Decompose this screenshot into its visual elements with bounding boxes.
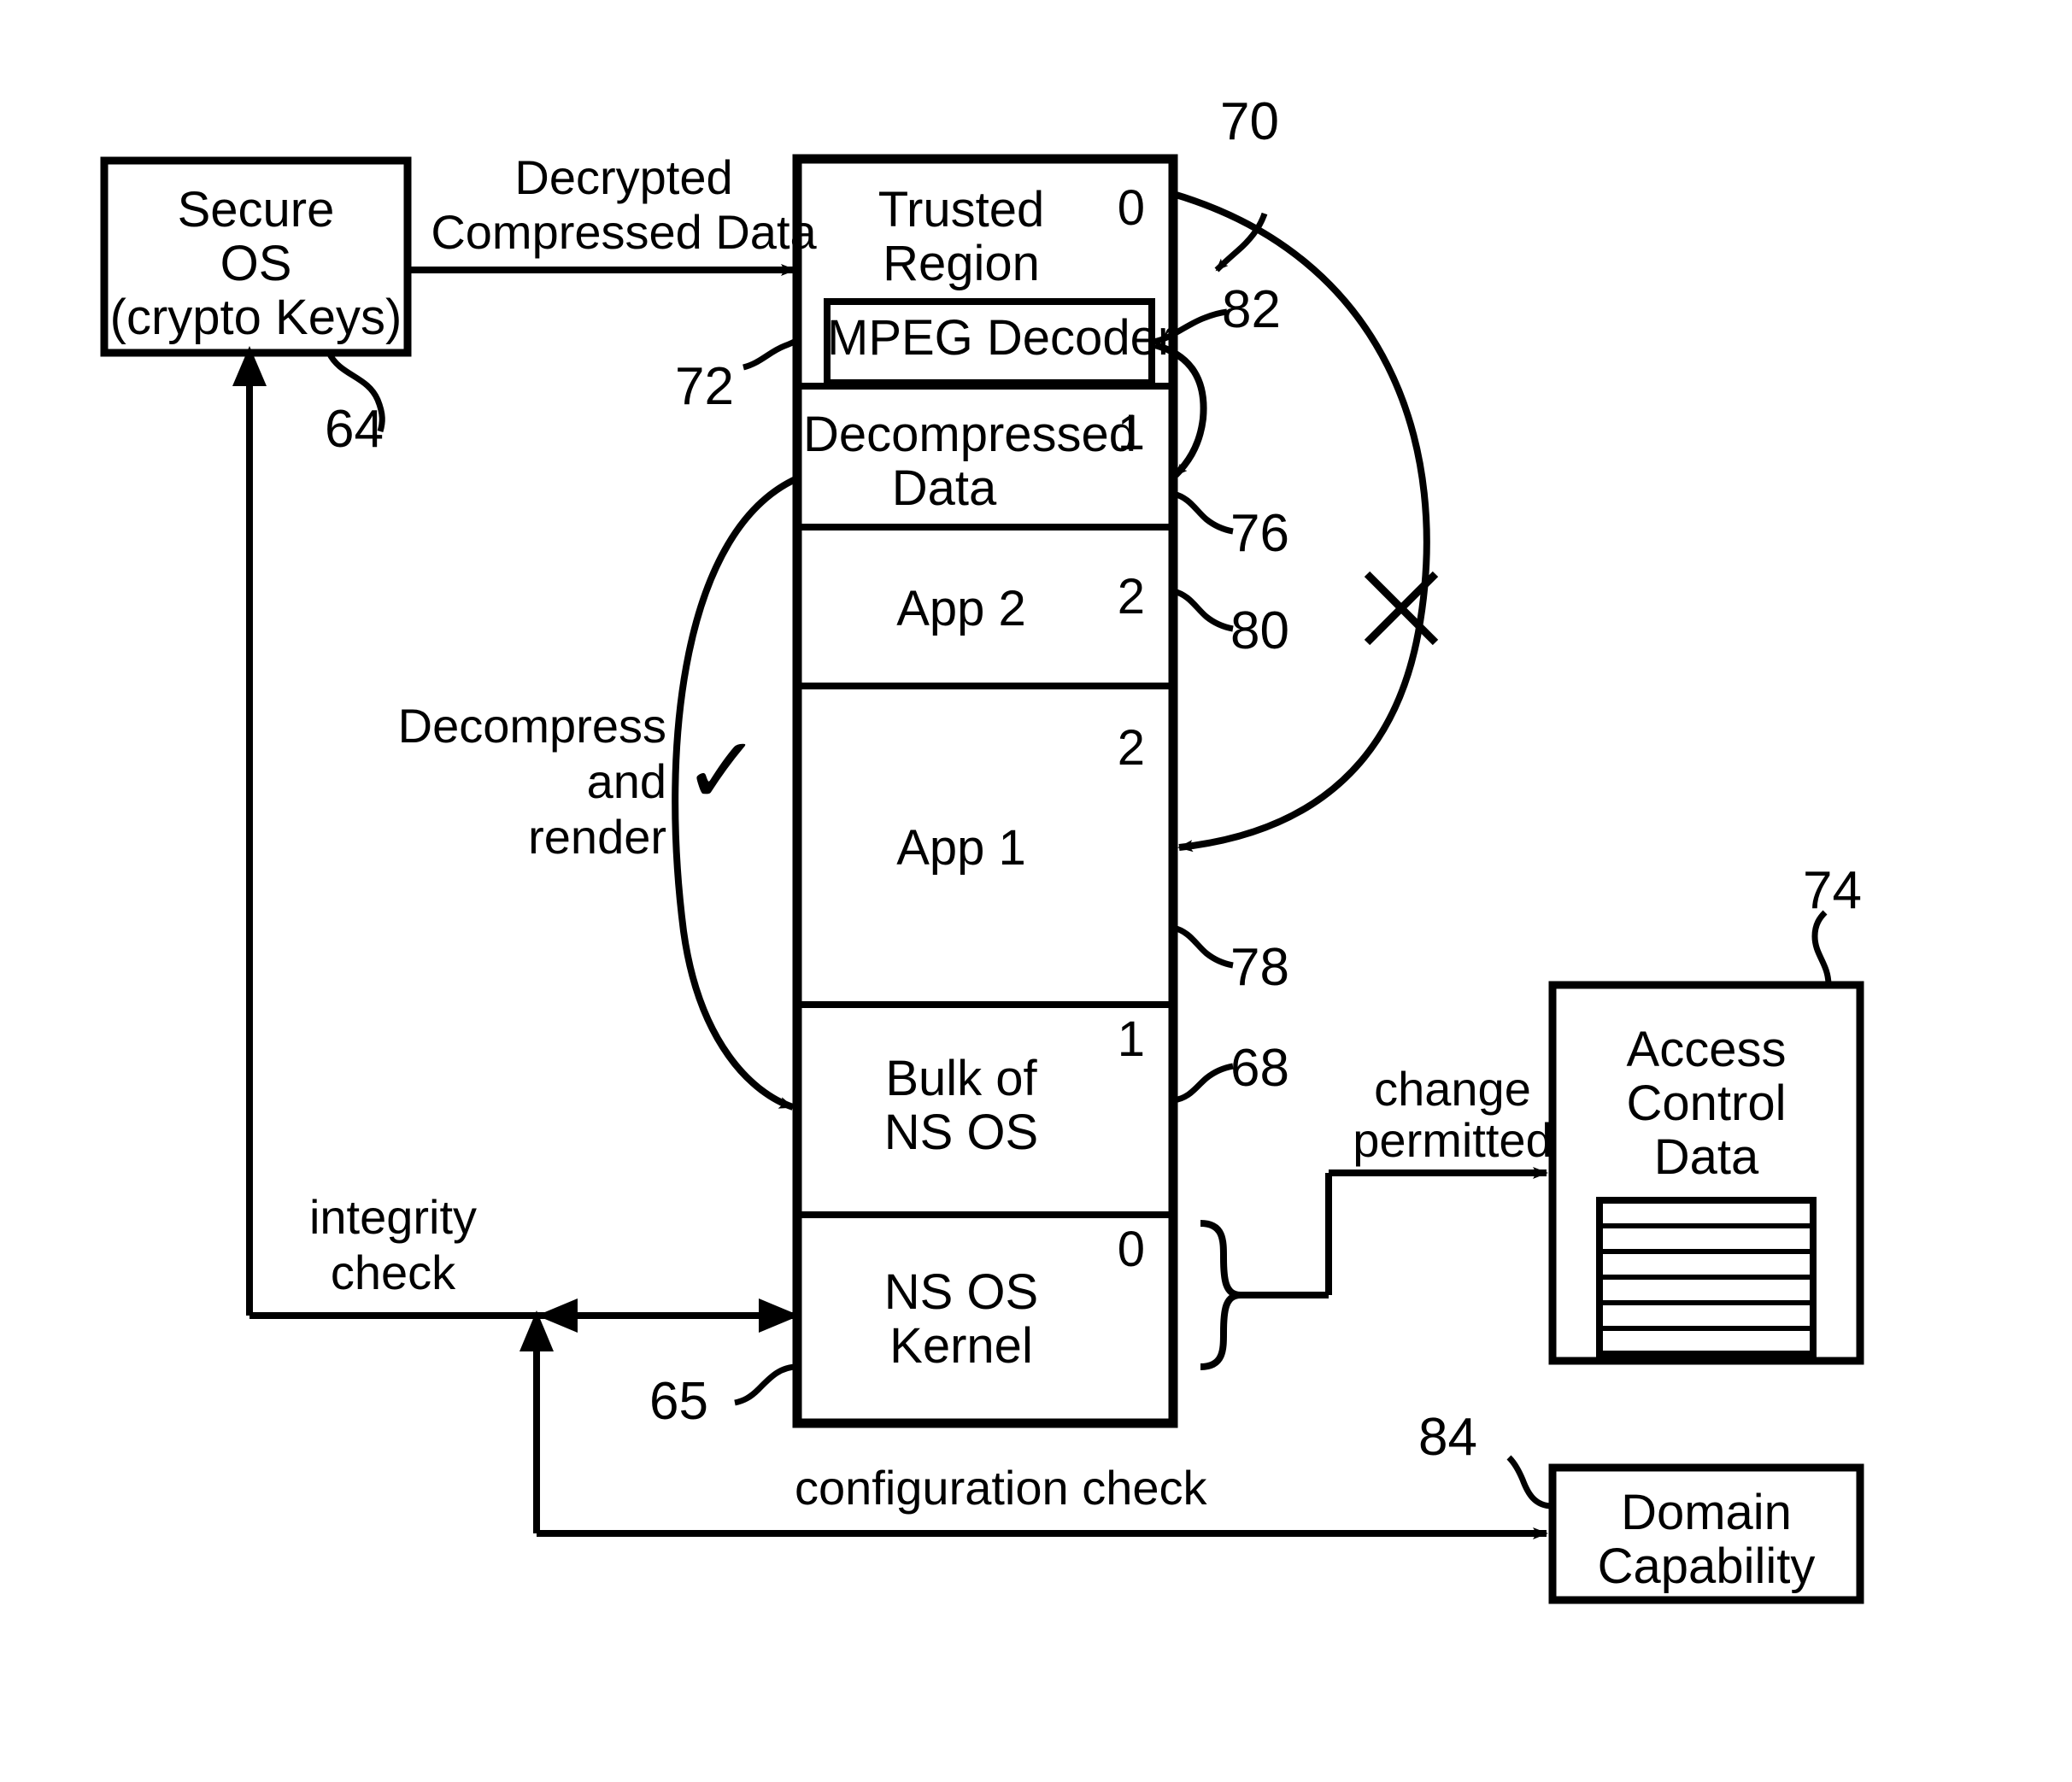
ref-leader-78 (1172, 924, 1234, 969)
region-decompressed-label-line2: Data (891, 460, 997, 516)
ref-76: 76 (1230, 504, 1289, 563)
decrypted-compressed-label-line1: Decrypted (514, 150, 733, 204)
access-control-label-line1: Access (1626, 1022, 1787, 1077)
ref-leader-80 (1172, 588, 1234, 632)
change-permitted-label-line2: permitted (1353, 1113, 1553, 1167)
mpeg-decoder-label: MPEG Decoder (827, 310, 1175, 366)
decompress-render-label-line1: Decompress (397, 699, 666, 753)
region-bulk-ns-os-label-line2: NS OS (883, 1105, 1039, 1160)
decrypted-compressed-label-line2: Compressed Data (431, 205, 817, 259)
region-ns-os-kernel-domain: 0 (1117, 1222, 1145, 1277)
change-permitted-label-line1: change (1374, 1062, 1531, 1116)
integrity-check-label-line1: integrity (308, 1190, 478, 1244)
ref-72: 72 (675, 357, 734, 416)
ref-70: 70 (1220, 92, 1279, 151)
domain-capability-label-line2: Capability (1597, 1539, 1816, 1594)
access-control-label-line3: Data (1653, 1129, 1759, 1185)
integrity-check-label-line2: check (330, 1246, 456, 1299)
secure-os-label-line3: (crypto Keys) (109, 290, 402, 345)
ref-68: 68 (1230, 1039, 1289, 1098)
region-trusted-label-line2: Region (883, 236, 1040, 291)
ref-leader-68 (1172, 1063, 1234, 1104)
configuration-check-label: configuration check (795, 1461, 1207, 1515)
secure-os-label-line2: OS (220, 236, 292, 291)
ref-78: 78 (1230, 938, 1289, 997)
ref-65: 65 (649, 1372, 708, 1431)
ref-64: 64 (325, 400, 384, 459)
region-app1-domain: 2 (1117, 720, 1145, 776)
ref-84: 84 (1418, 1408, 1477, 1467)
ns-os-kernel-brace (1200, 1220, 1241, 1370)
ref-leader-76 (1172, 490, 1234, 535)
ref-74: 74 (1803, 861, 1862, 920)
figure-canvas: Secure OS (crypto Keys) 64 Decrypted Com… (0, 0, 2072, 1782)
secure-os-label-line1: Secure (177, 182, 335, 237)
region-trusted-domain: 0 (1117, 180, 1145, 236)
region-app2-domain: 2 (1117, 569, 1145, 624)
region-bulk-ns-os-domain: 1 (1117, 1011, 1145, 1067)
decompress-render-label-line3: render (528, 810, 666, 864)
domain-capability-label-line1: Domain (1621, 1485, 1792, 1540)
check-icon: ✓ (682, 718, 762, 824)
ref-82: 82 (1222, 280, 1281, 339)
region-decompressed-domain: 1 (1117, 405, 1145, 460)
access-control-label-line2: Control (1626, 1076, 1787, 1131)
ref-80: 80 (1230, 601, 1289, 660)
decompress-render-label-line2: and (586, 754, 666, 808)
region-ns-os-kernel-label-line2: Kernel (889, 1318, 1033, 1374)
ref-leader-74 (1811, 910, 1832, 986)
region-app1-label: App 1 (896, 820, 1026, 876)
